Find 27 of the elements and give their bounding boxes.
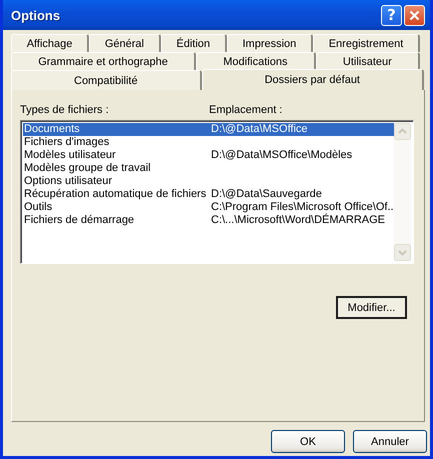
modify-button[interactable]: Modifier... bbox=[336, 296, 407, 319]
tab[interactable]: Affichage bbox=[11, 34, 90, 52]
file-type-row[interactable]: Outils C:\Program Files\Microsoft Office\Of... bbox=[23, 201, 394, 214]
tab[interactable]: Utilisateur bbox=[316, 52, 420, 70]
tab[interactable]: Général bbox=[89, 34, 161, 52]
file-type-row[interactable]: Options utilisateur bbox=[23, 175, 394, 188]
column-label: Emplacement : bbox=[209, 104, 284, 116]
dialog-button[interactable]: Annuler bbox=[353, 430, 427, 453]
tab[interactable]: Édition bbox=[160, 34, 227, 52]
file-type-row[interactable]: Récupération automatique de fichiers D:\@Data\Sauvegarde bbox=[23, 188, 394, 201]
file-type-row[interactable]: Fichiers d'images bbox=[23, 136, 394, 149]
close-button[interactable] bbox=[404, 4, 425, 26]
dialog-button[interactable]: OK bbox=[271, 430, 345, 453]
close-icon bbox=[409, 10, 420, 20]
file-type-row[interactable]: Documents D:\@Data\MSOffice bbox=[23, 123, 394, 136]
tab[interactable]: Compatibilité bbox=[11, 70, 202, 90]
tab[interactable]: Grammaire et orthographe bbox=[11, 52, 196, 70]
help-button[interactable]: ? bbox=[381, 4, 402, 26]
tab[interactable]: Enregistrement bbox=[313, 34, 420, 52]
file-type-row[interactable]: Fichiers de démarrage C:\...\Microsoft\Word\DÉMARRAGE bbox=[23, 214, 394, 227]
file-type-row[interactable]: Modèles utilisateur D:\@Data\MSOffice\Modèles bbox=[23, 149, 394, 162]
file-type-row[interactable]: Modèles groupe de travail bbox=[23, 162, 394, 175]
window-title: Options bbox=[11, 8, 62, 22]
column-label: Types de fichiers : bbox=[20, 104, 110, 116]
tab[interactable]: Modifications bbox=[196, 52, 316, 70]
tab[interactable]: Impression bbox=[226, 34, 313, 52]
tab[interactable]: Dossiers par défaut bbox=[202, 69, 424, 90]
